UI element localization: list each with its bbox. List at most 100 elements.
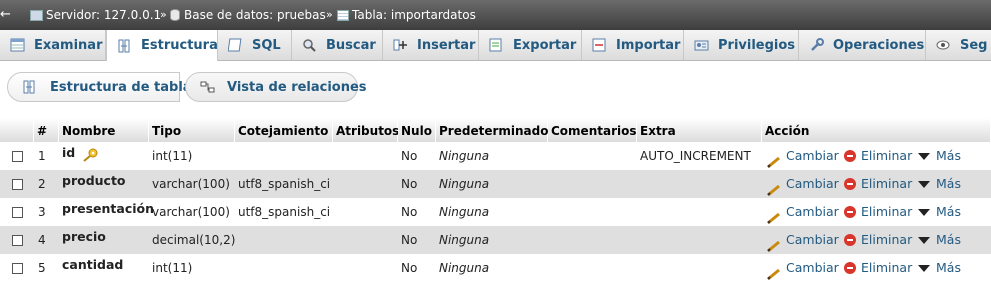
column-default: Ninguna: [439, 177, 490, 191]
relation-view-button[interactable]: Vista de relaciones: [185, 72, 367, 102]
column-null: No: [401, 149, 418, 163]
insert-icon: [393, 38, 408, 52]
tab-label: Estructura: [141, 38, 218, 53]
header-col-action: Acción: [762, 118, 991, 142]
delete-icon: [844, 150, 856, 162]
more-label[interactable]: Más: [936, 198, 961, 226]
change-label[interactable]: Cambiar: [786, 170, 839, 198]
row-checkbox[interactable]: [12, 235, 23, 246]
export-icon: [489, 38, 504, 52]
change-label[interactable]: Cambiar: [786, 254, 839, 282]
more-label[interactable]: Más: [936, 142, 961, 170]
tab-export[interactable]: Exportar: [479, 30, 582, 60]
drop-label[interactable]: Eliminar: [861, 170, 912, 198]
header-col-comments[interactable]: Comentarios: [548, 118, 637, 142]
more-dropdown[interactable]: Más: [918, 226, 961, 254]
relations-icon: [200, 80, 215, 94]
tab-search[interactable]: Buscar: [292, 30, 383, 60]
change-action[interactable]: Cambiar: [767, 198, 839, 226]
tab-import[interactable]: Importar: [582, 30, 684, 60]
column-default: Ninguna: [439, 149, 490, 163]
more-dropdown[interactable]: Más: [918, 170, 961, 198]
drop-label[interactable]: Eliminar: [861, 254, 912, 282]
back-arrow-icon[interactable]: ←: [0, 7, 11, 23]
header-col-attributes[interactable]: Atributos: [333, 118, 399, 142]
header-col-null[interactable]: Nulo: [398, 118, 436, 142]
change-label[interactable]: Cambiar: [786, 198, 839, 226]
dropdown-arrow-icon: [918, 209, 930, 216]
row-number: 5: [38, 261, 46, 275]
relation-view-label: Vista de relaciones: [227, 79, 367, 95]
delete-icon: [844, 206, 856, 218]
tab-tracking[interactable]: Seg: [926, 30, 991, 60]
tab-privileges[interactable]: Privilegios: [684, 30, 799, 60]
tab-browse[interactable]: Examinar: [0, 30, 106, 60]
header-col-num[interactable]: #: [34, 118, 59, 142]
more-dropdown[interactable]: Más: [918, 142, 961, 170]
breadcrumb-bar: ← Servidor: 127.0.0.1 » Base de datos: p…: [0, 0, 991, 30]
tab-structure[interactable]: Estructura: [106, 30, 218, 61]
table-structure-button[interactable]: Estructura de tabla: [7, 72, 192, 102]
drop-action[interactable]: Eliminar: [844, 198, 912, 226]
tab-operations[interactable]: Operaciones: [799, 30, 926, 60]
row-number: 4: [38, 233, 46, 247]
change-label[interactable]: Cambiar: [786, 142, 839, 170]
change-action[interactable]: Cambiar: [767, 170, 839, 198]
breadcrumb-server-label[interactable]: Servidor: 127.0.0.1: [46, 8, 161, 22]
search-icon: [302, 38, 317, 52]
breadcrumb-server[interactable]: Servidor: 127.0.0.1: [30, 8, 161, 22]
change-action[interactable]: Cambiar: [767, 226, 839, 254]
change-action[interactable]: Cambiar: [767, 254, 839, 282]
tab-insert[interactable]: Insertar: [383, 30, 479, 60]
tab-label: Insertar: [417, 37, 476, 53]
row-checkbox[interactable]: [12, 179, 23, 190]
drop-label[interactable]: Eliminar: [861, 226, 912, 254]
more-label[interactable]: Más: [936, 226, 961, 254]
table-row: 2 producto varchar(100) utf8_spanish_ci …: [0, 170, 991, 198]
tab-label: Operaciones: [833, 37, 925, 53]
column-type: int(11): [152, 261, 193, 275]
dropdown-arrow-icon: [918, 265, 930, 272]
table-structure-label: Estructura de tabla: [50, 79, 192, 95]
more-dropdown[interactable]: Más: [918, 198, 961, 226]
header-col-default[interactable]: Predeterminado: [436, 118, 548, 142]
dropdown-arrow-icon: [918, 181, 930, 188]
row-checkbox[interactable]: [12, 151, 23, 162]
row-number: 1: [38, 149, 46, 163]
row-checkbox[interactable]: [12, 207, 23, 218]
drop-action[interactable]: Eliminar: [844, 142, 912, 170]
column-name: cantidad: [62, 257, 124, 272]
breadcrumb-table[interactable]: Tabla: importardatos: [337, 8, 476, 22]
breadcrumb-database[interactable]: Base de datos: pruebas: [170, 8, 326, 22]
header-col-type[interactable]: Tipo: [149, 118, 235, 142]
drop-action[interactable]: Eliminar: [844, 226, 912, 254]
table-header: # Nombre Tipo Cotejamiento Atributos Nul…: [0, 118, 991, 142]
more-label[interactable]: Más: [936, 170, 961, 198]
drop-label[interactable]: Eliminar: [861, 198, 912, 226]
change-action[interactable]: Cambiar: [767, 142, 839, 170]
header-col-collation[interactable]: Cotejamiento: [235, 118, 333, 142]
tab-label: Buscar: [326, 37, 376, 53]
tab-sql[interactable]: SQL: [218, 30, 292, 60]
header-checkbox-col: [0, 118, 34, 142]
column-default: Ninguna: [439, 261, 490, 275]
drop-action[interactable]: Eliminar: [844, 170, 912, 198]
table-row: 3 presentación varchar(100) utf8_spanish…: [0, 198, 991, 226]
table-row: 5 cantidad int(11) No Ninguna Cambiar El…: [0, 254, 991, 282]
column-collation: utf8_spanish_ci: [238, 205, 331, 219]
drop-label[interactable]: Eliminar: [861, 142, 912, 170]
more-label[interactable]: Más: [936, 254, 961, 282]
structure-icon: [22, 80, 37, 94]
row-checkbox[interactable]: [12, 263, 23, 274]
header-col-name[interactable]: Nombre: [59, 118, 149, 142]
change-label[interactable]: Cambiar: [786, 226, 839, 254]
header-col-extra[interactable]: Extra: [637, 118, 762, 142]
column-name: id: [62, 145, 76, 160]
import-icon: [592, 38, 607, 52]
breadcrumb-table-label[interactable]: Tabla: importardatos: [352, 8, 476, 22]
breadcrumb-database-label[interactable]: Base de datos: pruebas: [184, 8, 326, 22]
drop-action[interactable]: Eliminar: [844, 254, 912, 282]
column-null: No: [401, 261, 418, 275]
primary-key-icon: [82, 148, 99, 162]
more-dropdown[interactable]: Más: [918, 254, 961, 282]
